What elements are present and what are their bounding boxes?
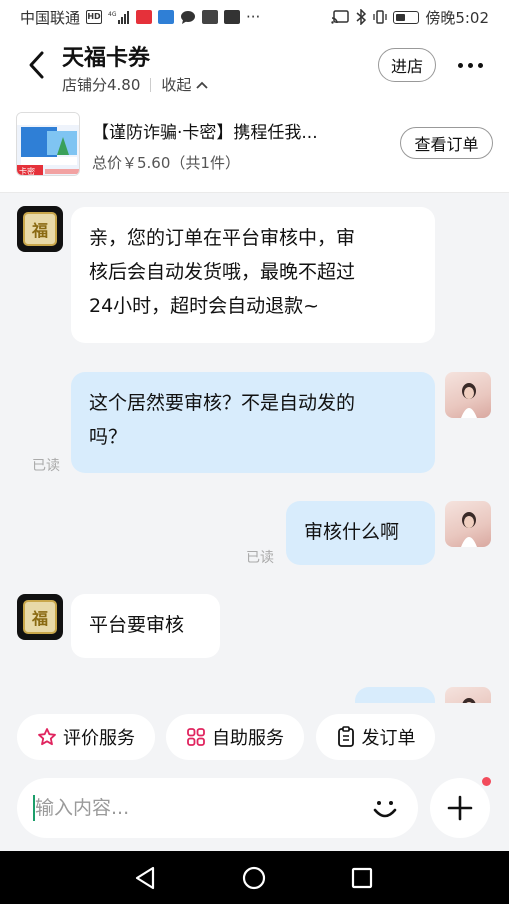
message-line: 亲，您的订单在平台审核中，审	[89, 227, 356, 249]
grid-icon	[187, 728, 205, 746]
message-input[interactable]	[35, 788, 355, 828]
shop-logo-icon: 福	[23, 600, 57, 634]
more-notifications-icon: ···	[246, 8, 261, 26]
battery-icon	[393, 10, 420, 24]
product-image: 卡密	[17, 113, 79, 176]
chevron-up-icon	[196, 81, 209, 89]
self-service-label: 自助服务	[212, 728, 284, 749]
order-card[interactable]: 卡密 【谨防诈骗·卡密】携程任我... 总价￥5.60（共1件） 查看订单	[0, 98, 509, 193]
clock: 傍晚5:02	[425, 8, 489, 27]
nav-recents-icon[interactable]	[348, 864, 376, 892]
user-photo	[461, 383, 477, 418]
signal-icon: 4G	[108, 11, 130, 24]
read-receipt: 已读	[246, 550, 274, 566]
message-bubble-outgoing[interactable]: 审核什么啊	[286, 501, 435, 565]
message-line: 核后会自动发货哦，最晚不超过	[89, 261, 356, 283]
message-line: 平台要审核	[89, 614, 185, 636]
shop-avatar[interactable]: 福	[17, 594, 63, 640]
message-line: 审核什么啊	[304, 521, 400, 543]
order-price: 总价￥5.60（共1件）	[92, 154, 240, 172]
message-bubble-outgoing-partial[interactable]	[355, 687, 435, 703]
more-dot-icon	[457, 62, 463, 68]
plus-icon	[447, 795, 473, 821]
hd-icon: HD	[86, 10, 103, 24]
system-nav-bar	[0, 851, 509, 904]
order-title[interactable]: 【谨防诈骗·卡密】携程任我...	[92, 118, 382, 143]
send-order-label: 发订单	[361, 728, 416, 749]
message-bubble-outgoing[interactable]: 这个居然要审核？不是自动发的 吗？	[71, 372, 435, 473]
shop-avatar[interactable]: 福	[17, 206, 63, 252]
notification-dot	[482, 777, 491, 786]
ctrip-app-icon	[158, 10, 175, 24]
cast-icon	[331, 10, 350, 24]
user-avatar[interactable]	[445, 687, 491, 703]
message-input-container[interactable]	[17, 778, 418, 838]
chat-header: 天福卡券 店铺分4.80 收起 进店	[0, 34, 509, 98]
chat-bubble-icon	[181, 11, 196, 24]
user-photo	[462, 698, 476, 703]
message-bubble-incoming[interactable]: 亲，您的订单在平台审核中，审 核后会自动发货哦，最晚不超过 24小时，超时会自动…	[71, 207, 435, 343]
nav-back-icon[interactable]	[131, 864, 159, 892]
product-thumbnail[interactable]: 卡密	[16, 112, 80, 176]
user-avatar[interactable]	[445, 501, 491, 547]
nav-home-icon[interactable]	[240, 864, 268, 892]
a-app-icon	[202, 10, 219, 24]
huawei-app-icon	[136, 10, 153, 24]
add-attachment-button[interactable]	[430, 778, 490, 838]
status-bar: 中国联通 HD 4G ··· 傍晚5:02	[0, 0, 509, 34]
self-service-button[interactable]: 自助服务	[166, 714, 304, 760]
user-avatar[interactable]	[445, 372, 491, 418]
enter-shop-button[interactable]: 进店	[378, 48, 436, 82]
status-left: 中国联通 HD 4G ···	[20, 7, 260, 28]
message-line: 吗？	[89, 426, 128, 448]
battery-level	[396, 13, 405, 21]
status-right: 傍晚5:02	[331, 7, 489, 28]
star-outline-icon	[38, 728, 56, 746]
emoji-icon[interactable]	[367, 790, 403, 826]
back-arrow-icon[interactable]	[22, 48, 52, 82]
user-photo	[461, 512, 477, 547]
bluetooth-icon	[356, 9, 367, 25]
shop-score: 店铺分4.80	[62, 76, 141, 94]
composer	[0, 773, 509, 851]
message-bubble-incoming[interactable]: 平台要审核	[71, 594, 220, 658]
shop-name[interactable]: 天福卡券	[62, 40, 150, 72]
network-type: 4G	[108, 11, 117, 18]
shop-logo-icon: 福	[23, 212, 57, 246]
quick-actions-bar: 评价服务 自助服务 发订单	[0, 703, 509, 773]
collapse-label: 收起	[161, 76, 192, 94]
more-menu-button[interactable]	[452, 52, 488, 78]
more-dot-icon	[467, 62, 473, 68]
info-app-icon	[224, 10, 241, 24]
clipboard-icon	[337, 726, 354, 747]
more-dot-icon	[477, 62, 483, 68]
divider	[150, 77, 152, 92]
send-order-button[interactable]: 发订单	[316, 714, 435, 760]
message-line: 24小时，超时会自动退款~	[89, 295, 320, 317]
read-receipt: 已读	[32, 458, 60, 474]
message-list[interactable]: 福 亲，您的订单在平台审核中，审 核后会自动发货哦，最晚不超过 24小时，超时会…	[0, 193, 509, 703]
vibrate-icon	[373, 10, 387, 24]
rate-service-button[interactable]: 评价服务	[17, 714, 155, 760]
thumb-badge: 卡密	[19, 166, 35, 176]
message-line: 这个居然要审核？不是自动发的	[89, 392, 356, 414]
carrier-label: 中国联通	[20, 8, 81, 27]
collapse-toggle[interactable]: 收起	[161, 74, 209, 95]
rate-service-label: 评价服务	[63, 728, 135, 749]
view-order-button[interactable]: 查看订单	[400, 127, 493, 159]
shop-meta: 店铺分4.80 收起	[62, 74, 209, 95]
